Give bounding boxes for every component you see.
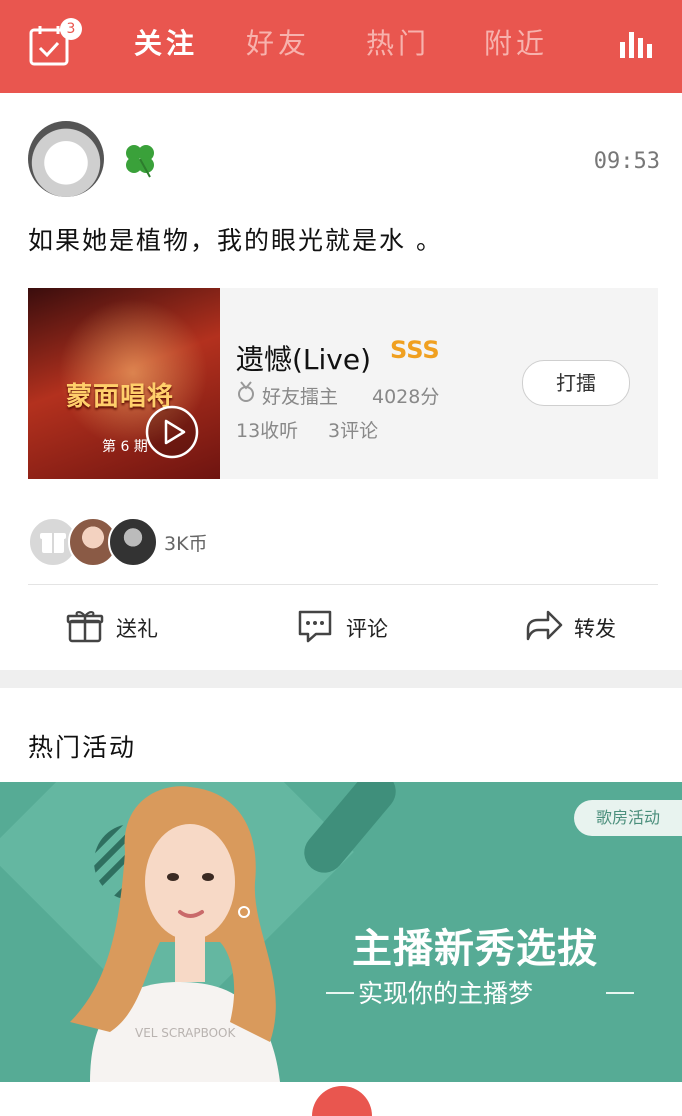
coin-count: 3K币 bbox=[164, 533, 208, 555]
tab-friends[interactable]: 好友 bbox=[246, 26, 310, 62]
send-gift-button[interactable]: 送礼 bbox=[66, 605, 186, 649]
song-uploader: 好友擂主 bbox=[262, 386, 339, 408]
banner-dash bbox=[326, 992, 354, 994]
top-navigation-bar: 3 关注 好友 热门 附近 bbox=[0, 0, 682, 93]
banner-subtitle: 实现你的主播梦 bbox=[358, 979, 534, 1008]
bar-chart-icon[interactable] bbox=[618, 28, 658, 60]
hot-activities-title: 热门活动 bbox=[28, 733, 137, 762]
comment-label: 评论 bbox=[346, 617, 388, 641]
checkin-badge: 3 bbox=[60, 18, 82, 40]
banner-dash bbox=[606, 992, 634, 994]
gifter-avatar-2[interactable] bbox=[108, 517, 158, 567]
song-score: 4028分 bbox=[372, 386, 440, 408]
share-label: 转发 bbox=[574, 617, 616, 641]
send-gift-label: 送礼 bbox=[116, 617, 158, 641]
feed-post: 09:53 如果她是植物，我的眼光就是水 。 蒙面唱将 第 6 期 遗憾(Liv… bbox=[0, 93, 682, 670]
song-cover[interactable]: 蒙面唱将 第 6 期 bbox=[28, 288, 220, 479]
cover-episode: 第 6 期 bbox=[102, 439, 148, 455]
banner-tag: 歌房活动 bbox=[574, 800, 682, 836]
gift-row[interactable]: 3K币 bbox=[28, 517, 648, 567]
rank-badge: SSS bbox=[390, 336, 440, 364]
tab-nearby[interactable]: 附近 bbox=[484, 26, 548, 62]
play-icon[interactable] bbox=[144, 404, 200, 460]
section-gap bbox=[0, 670, 682, 688]
song-comments: 3评论 bbox=[328, 420, 379, 442]
comment-button[interactable]: 评论 bbox=[296, 605, 416, 649]
clover-icon bbox=[126, 145, 154, 178]
tab-hot[interactable]: 热门 bbox=[366, 26, 430, 62]
avatar[interactable] bbox=[28, 121, 104, 197]
medal-icon bbox=[238, 381, 254, 402]
song-title: 遗憾(Live) bbox=[236, 343, 372, 376]
share-button[interactable]: 转发 bbox=[524, 605, 644, 649]
hit-button[interactable]: 打擂 bbox=[522, 360, 630, 406]
divider bbox=[28, 584, 658, 585]
share-icon bbox=[526, 610, 563, 641]
comment-icon bbox=[298, 610, 332, 643]
song-listens: 13收听 bbox=[236, 420, 299, 442]
tab-follow[interactable]: 关注 bbox=[134, 26, 198, 62]
post-text: 如果她是植物，我的眼光就是水 。 bbox=[28, 226, 443, 255]
song-card[interactable]: 蒙面唱将 第 6 期 遗憾(Live) SSS 好友擂主 4028分 13收听 … bbox=[28, 288, 658, 479]
post-time: 09:53 bbox=[593, 149, 660, 174]
activity-banner[interactable]: VEL SCRAPBOOK 歌房活动 主播新秀选拔 实现你的主播梦 bbox=[0, 782, 682, 1082]
shirt-text: VEL SCRAPBOOK bbox=[135, 1026, 236, 1040]
gift-icon bbox=[66, 611, 104, 643]
presenter-illustration: VEL SCRAPBOOK bbox=[70, 786, 280, 1082]
banner-title: 主播新秀选拔 bbox=[352, 926, 598, 972]
